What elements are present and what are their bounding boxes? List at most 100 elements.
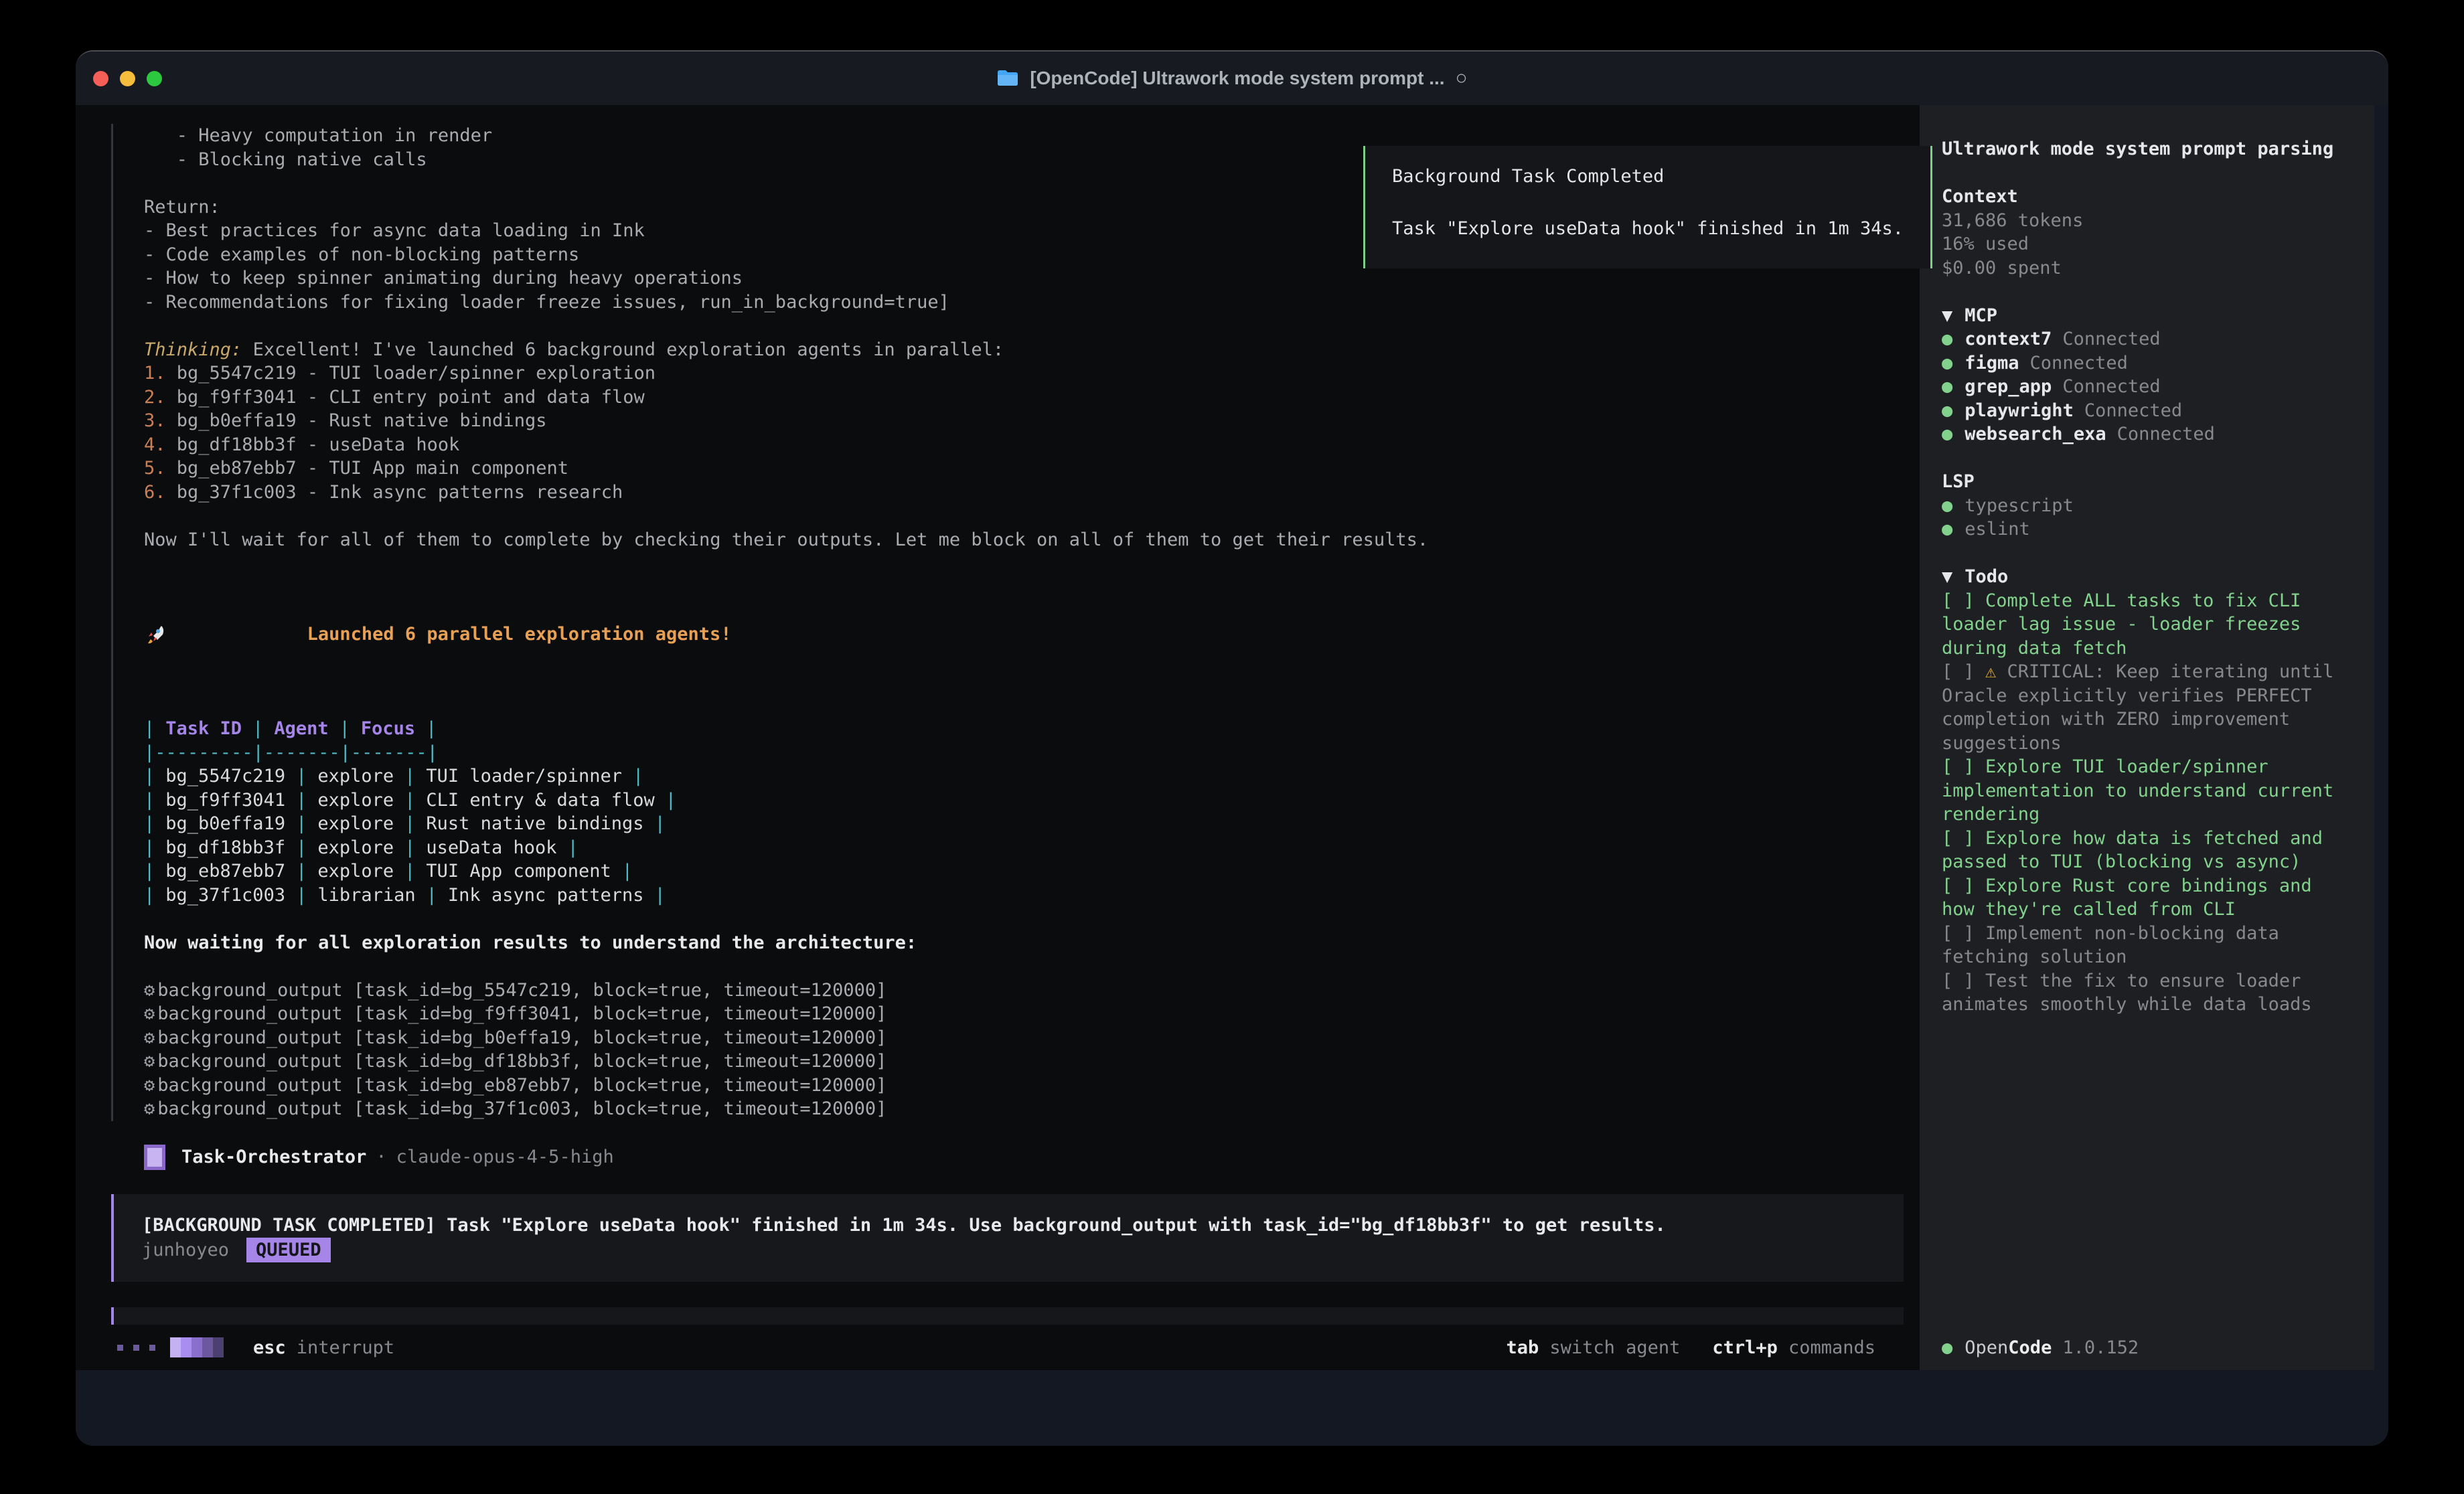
wait-text: Now I'll wait for all of them to complet…	[144, 528, 1920, 552]
esc-hint: esc interrupt	[253, 1337, 394, 1358]
spacer	[144, 314, 1920, 338]
todo-item: [ ] Test the fix to ensure loader animat…	[1942, 969, 2343, 1017]
status-dot-icon: ●	[1942, 495, 1952, 516]
col-agent: Agent	[263, 718, 339, 739]
spacer	[1942, 542, 2343, 566]
agent-list-item: 6. bg_37f1c003 - Ink async patterns rese…	[144, 481, 1920, 505]
todo-checkbox[interactable]: [ ]	[1942, 971, 1985, 991]
cell-task-id: bg_df18bb3f	[155, 837, 296, 858]
todo-list: [ ] Complete ALL tasks to fix CLI loader…	[1942, 589, 2343, 1017]
agent-list-item: 5. bg_eb87ebb7 - TUI App main component	[144, 456, 1920, 481]
todo-item: [ ] Complete ALL tasks to fix CLI loader…	[1942, 589, 2343, 661]
cell-agent: librarian	[307, 885, 426, 906]
agent-list-item: 2. bg_f9ff3041 - CLI entry point and dat…	[144, 386, 1920, 410]
col-focus: Focus	[350, 718, 426, 739]
tool-call-line: ⚙background_output [task_id=bg_f9ff3041,…	[144, 1002, 1920, 1026]
tab-key: tab	[1507, 1337, 1539, 1358]
lsp-list: ●typescript ●eslint	[1942, 494, 2343, 542]
todo-item: [ ] Explore TUI loader/spinner implement…	[1942, 755, 2343, 827]
gear-icon: ⚙	[144, 1051, 155, 1072]
table-header-row: |Task ID|Agent|Focus|	[144, 717, 1920, 741]
agent-list-item: 4. bg_df18bb3f - useData hook	[144, 433, 1920, 457]
tool-call-line: ⚙background_output [task_id=bg_37f1c003,…	[144, 1097, 1920, 1121]
spacer	[1942, 280, 2343, 304]
todo-checkbox[interactable]: [ ]	[1942, 876, 1985, 896]
agent-list-item: 1. bg_5547c219 - TUI loader/spinner expl…	[144, 361, 1920, 386]
context-spent: $0.00 spent	[1942, 256, 2343, 280]
col-task-id: Task ID	[155, 718, 252, 739]
cell-focus: Ink async patterns	[437, 885, 655, 906]
status-bar: esc interrupt tab switch agent ctrl+p co…	[76, 1325, 1920, 1370]
close-button[interactable]	[93, 71, 108, 86]
zoom-button[interactable]	[147, 71, 162, 86]
mcp-list: ●context7Connected ●figmaConnected ●grep…	[1942, 327, 2343, 446]
todo-item: [ ] Explore Rust core bindings and how t…	[1942, 874, 2343, 922]
todo-checkbox[interactable]: [ ]	[1942, 590, 1985, 611]
spinner-gradient-icon	[170, 1337, 224, 1357]
cell-agent: explore	[307, 837, 404, 858]
cell-task-id: bg_5547c219	[155, 766, 296, 786]
launch-banner: Launched 6 parallel exploration agents!	[144, 576, 1920, 693]
mcp-item: ●grep_appConnected	[1942, 375, 2343, 399]
esc-key: esc	[253, 1337, 286, 1358]
spacer	[144, 504, 1920, 528]
todo-checkbox[interactable]: [ ]	[1942, 828, 1985, 849]
app-version: 1.0.152	[2062, 1337, 2139, 1358]
mcp-item: ●context7Connected	[1942, 327, 2343, 351]
status-dot-icon: ●	[1942, 519, 1952, 540]
spacer	[111, 1121, 1920, 1145]
status-dot-icon: ●	[1942, 376, 1952, 397]
shortcut-hints: tab switch agent ctrl+p commands	[1507, 1337, 1920, 1358]
online-dot-icon: ●	[1942, 1337, 1952, 1358]
title-circle-icon: ○	[1456, 67, 1468, 90]
gear-icon: ⚙	[144, 980, 155, 1001]
todo-text: Complete ALL tasks to fix CLI loader lag…	[1942, 590, 2312, 659]
todo-section-header[interactable]: ▼Todo	[1942, 565, 2343, 589]
tab-hint: tab switch agent	[1507, 1337, 1681, 1358]
mcp-section-header[interactable]: ▼MCP	[1942, 304, 2343, 328]
table-row: |bg_f9ff3041|explore|CLI entry & data fl…	[144, 788, 1920, 813]
agent-list-item: 3. bg_b0effa19 - Rust native bindings	[144, 409, 1920, 433]
traffic-lights	[93, 52, 162, 105]
table-row: |bg_5547c219|explore|TUI loader/spinner|	[144, 764, 1920, 788]
spacer	[144, 954, 1920, 979]
notification-toast[interactable]: Background Task Completed Task "Explore …	[1363, 146, 1932, 268]
transcript-line: - How to keep spinner animating during h…	[144, 266, 1920, 290]
chevron-down-icon: ▼	[1942, 566, 1952, 587]
cell-focus: TUI App component	[415, 861, 621, 882]
brand-open: Open	[1965, 1337, 2008, 1358]
tool-call-line: ⚙background_output [task_id=bg_5547c219,…	[144, 979, 1920, 1003]
status-dot-icon: ●	[1942, 424, 1952, 444]
background-task-completed-block: [BACKGROUND TASK COMPLETED] Task "Explor…	[111, 1194, 1904, 1282]
tool-call-line: ⚙background_output [task_id=bg_eb87ebb7,…	[144, 1074, 1920, 1098]
queued-badge: QUEUED	[246, 1238, 331, 1263]
cell-agent: explore	[307, 861, 404, 882]
lsp-item: ●typescript	[1942, 494, 2343, 518]
terminal-window: [OpenCode] Ultrawork mode system prompt …	[76, 50, 2388, 1446]
window-title-text: [OpenCode] Ultrawork mode system prompt …	[1030, 68, 1444, 89]
warning-icon: ⚠	[1985, 661, 2007, 682]
todo-checkbox[interactable]: [ ]	[1942, 756, 1985, 777]
sidebar-content[interactable]: Ultrawork mode system prompt parsing Con…	[1942, 105, 2343, 1325]
chevron-down-icon: ▼	[1942, 305, 1952, 326]
status-dot-icon: ●	[1942, 400, 1952, 421]
sidebar: Ultrawork mode system prompt parsing Con…	[1920, 105, 2374, 1370]
thinking-line: Thinking: Excellent! I've launched 6 bac…	[144, 338, 1920, 362]
ctrl-p-key: ctrl+p	[1712, 1337, 1778, 1358]
lsp-item: ●eslint	[1942, 517, 2343, 542]
cell-agent: explore	[307, 766, 404, 786]
toast-title: Background Task Completed	[1392, 166, 1930, 187]
chat-transcript[interactable]: - Heavy computation in render - Blocking…	[76, 105, 1920, 1325]
todo-checkbox[interactable]: [ ]	[1942, 661, 1985, 682]
assistant-message: - Heavy computation in render - Blocking…	[111, 124, 1920, 1121]
minimize-button[interactable]	[120, 71, 135, 86]
cell-agent: explore	[307, 813, 404, 834]
tool-call-line: ⚙background_output [task_id=bg_df18bb3f,…	[144, 1050, 1920, 1074]
gear-icon: ⚙	[144, 1027, 155, 1048]
todo-text: Explore Rust core bindings and how they'…	[1942, 876, 2323, 920]
cell-focus: CLI entry & data flow	[415, 790, 665, 811]
todo-checkbox[interactable]: [ ]	[1942, 923, 1985, 944]
table-row: |bg_37f1c003|librarian|Ink async pattern…	[144, 884, 1920, 908]
prompt-input[interactable]: Task-OrchestratorOpus 4.5 HighAnthropic	[111, 1307, 1904, 1325]
gear-icon: ⚙	[144, 1098, 155, 1119]
